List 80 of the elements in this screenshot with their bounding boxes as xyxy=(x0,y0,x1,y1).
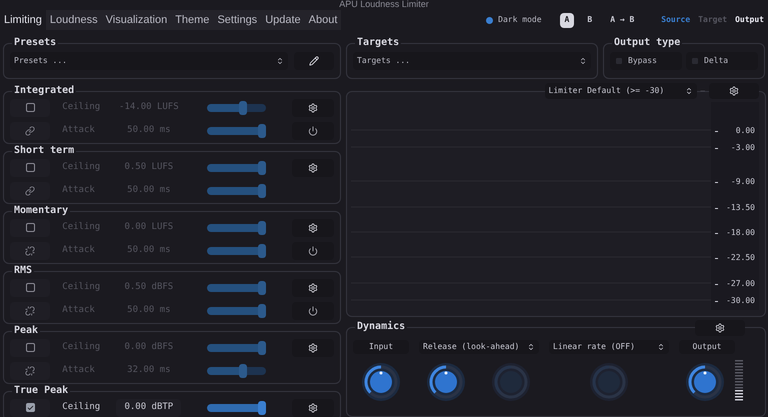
ab-button[interactable]: A xyxy=(560,12,574,28)
scale-label: 0.00 xyxy=(736,126,755,136)
row-label: Attack xyxy=(61,364,96,377)
row-label: Ceiling xyxy=(61,340,102,354)
dynamics-select[interactable]: Release (look-ahead) xyxy=(419,340,539,354)
settings-button[interactable] xyxy=(695,320,745,336)
settings-icon xyxy=(308,342,318,352)
scale-label: -9.00 xyxy=(730,177,755,187)
settings-icon xyxy=(715,323,725,333)
row-label: Ceiling xyxy=(61,220,102,234)
updown-icon xyxy=(657,343,665,351)
tab[interactable]: Loudness xyxy=(46,10,102,30)
settings-button[interactable] xyxy=(292,338,334,356)
row-label: Attack xyxy=(61,124,96,137)
tab[interactable]: About xyxy=(304,10,342,30)
updown-icon xyxy=(276,57,284,65)
settings-icon xyxy=(308,222,318,232)
updown-icon xyxy=(684,87,693,95)
scale-label: -30.00 xyxy=(726,296,755,306)
scale-label: -13.50 xyxy=(726,203,755,213)
scale-label: -27.00 xyxy=(726,279,755,289)
section-title: Dynamics xyxy=(355,320,408,334)
preset-select[interactable]: Limiter Default (>= -30) xyxy=(544,83,697,99)
row-label: Attack xyxy=(61,304,96,317)
tab[interactable]: Theme xyxy=(171,10,214,30)
tab[interactable]: Settings xyxy=(213,10,262,30)
presets-select[interactable]: Presets ... xyxy=(10,52,288,70)
scale-label: -22.50 xyxy=(726,253,755,263)
settings-icon xyxy=(729,86,739,96)
slider[interactable] xyxy=(206,400,266,414)
ab-button[interactable]: A → B xyxy=(605,12,640,28)
power-icon xyxy=(308,126,318,136)
ab-button[interactable]: B xyxy=(582,12,598,28)
value-field[interactable]: 0.00 dBTP xyxy=(116,398,182,416)
knob[interactable] xyxy=(426,362,466,402)
section-title: Integrated xyxy=(12,84,76,98)
settings-button[interactable] xyxy=(292,278,334,296)
row-label: Ceiling xyxy=(61,100,102,114)
row-label: Ceiling xyxy=(61,160,102,174)
settings-button[interactable] xyxy=(292,158,334,176)
scale-label: -3.00 xyxy=(730,143,755,153)
tab[interactable]: Limiting xyxy=(0,10,46,30)
power-icon xyxy=(308,246,318,256)
dynamics-select[interactable]: Linear rate (OFF) xyxy=(549,340,669,354)
edit-button[interactable] xyxy=(294,52,334,70)
row-label: Attack xyxy=(61,244,96,257)
settings-button[interactable] xyxy=(292,98,334,116)
settings-icon xyxy=(308,282,318,292)
scale-label: -18.00 xyxy=(726,228,755,238)
power-icon xyxy=(308,306,318,316)
section-title: Output type xyxy=(612,36,682,50)
knob[interactable] xyxy=(361,362,401,402)
section-title: Momentary xyxy=(12,204,70,218)
separator-text: – xyxy=(700,85,705,97)
row-label: Ceiling xyxy=(61,400,102,414)
section-title: Targets xyxy=(355,36,402,50)
dark-mode-label: Dark mode xyxy=(498,14,542,26)
tab[interactable]: Update xyxy=(261,10,305,30)
tab[interactable]: Visualization xyxy=(102,10,172,30)
settings-button[interactable] xyxy=(292,218,334,236)
updown-icon xyxy=(579,57,587,65)
row-label: Attack xyxy=(61,184,96,197)
settings-button[interactable] xyxy=(709,83,759,99)
settings-icon xyxy=(308,162,318,172)
targets-select[interactable]: Targets ... xyxy=(353,52,591,70)
settings-button[interactable] xyxy=(292,398,334,416)
checkbox[interactable] xyxy=(26,403,35,412)
pencil-icon xyxy=(309,56,319,66)
output-option[interactable]: Delta xyxy=(686,52,758,70)
knob[interactable] xyxy=(685,362,725,402)
dynamics-label: Input xyxy=(353,340,409,354)
dynamics-label: Output xyxy=(679,340,735,354)
view-toggle[interactable]: Output xyxy=(735,14,764,26)
settings-icon xyxy=(308,402,318,412)
updown-icon xyxy=(527,343,535,351)
output-option[interactable]: Bypass xyxy=(610,52,682,70)
view-toggle[interactable]: Source xyxy=(661,14,690,26)
settings-icon xyxy=(308,102,318,112)
window-title: APU Loudness Limiter xyxy=(339,0,429,9)
row-label: Ceiling xyxy=(61,280,102,294)
